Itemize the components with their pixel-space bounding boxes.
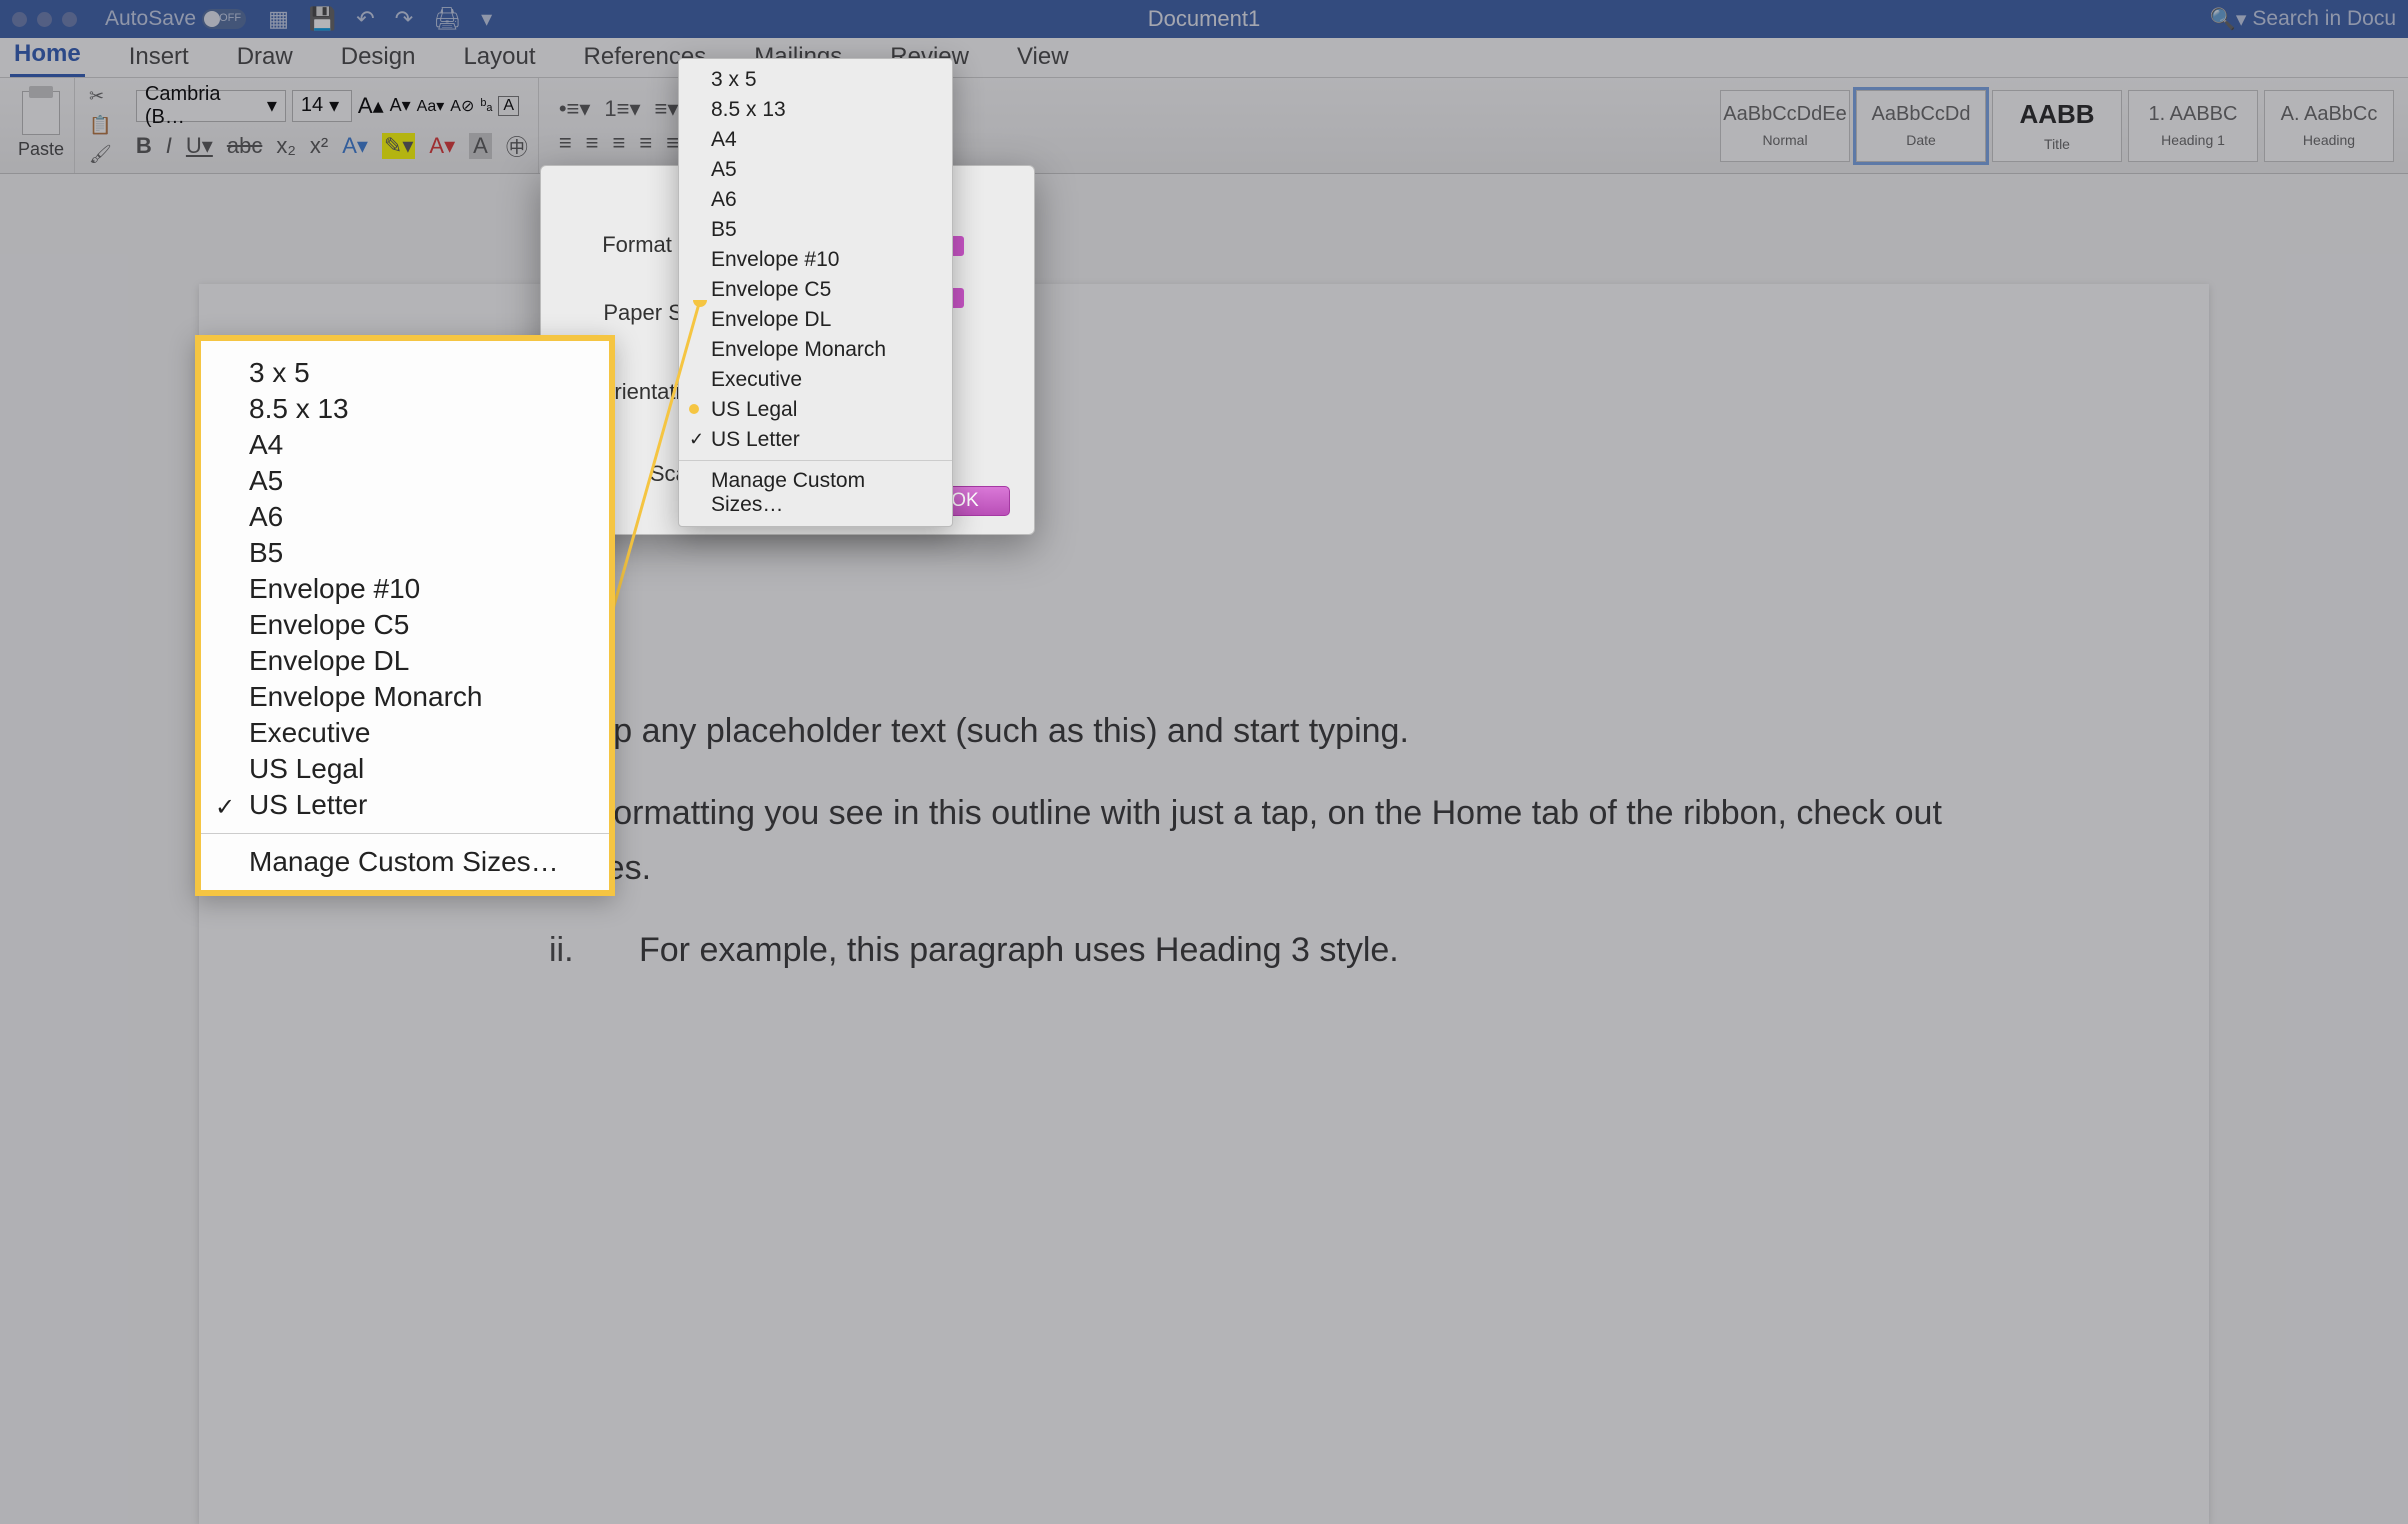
paper-size-option[interactable]: B5: [679, 215, 952, 245]
search-box[interactable]: 🔍▾ Search in Docu: [2210, 7, 2396, 32]
paper-size-option[interactable]: A6: [679, 185, 952, 215]
body-line: st tap any placeholder text (such as thi…: [549, 704, 1949, 758]
minimize-dot[interactable]: [37, 12, 52, 27]
paper-size-option[interactable]: A4: [201, 427, 609, 463]
document-title: Document1: [1148, 6, 1261, 32]
highlight-icon[interactable]: ✎▾: [382, 133, 415, 159]
paper-size-option[interactable]: 8.5 x 13: [201, 391, 609, 427]
align-left-icon[interactable]: ≡: [559, 130, 572, 156]
redo-icon[interactable]: ↷: [395, 6, 413, 32]
manage-custom-sizes[interactable]: Manage Custom Sizes…: [201, 844, 609, 890]
style-heading[interactable]: A. AaBbCcHeading: [2264, 90, 2394, 162]
window-controls[interactable]: [12, 12, 77, 27]
paper-size-option[interactable]: Envelope #10: [679, 245, 952, 275]
layout-icon[interactable]: ▦: [268, 6, 289, 32]
body-line: For example, this paragraph uses Heading…: [639, 923, 1949, 977]
manage-custom-sizes[interactable]: Manage Custom Sizes…: [679, 466, 952, 520]
autosave-label: AutoSave: [105, 7, 196, 31]
tab-design[interactable]: Design: [337, 37, 420, 77]
style-normal[interactable]: AaBbCcDdEeNormal: [1720, 90, 1850, 162]
ribbon: Paste ✂ 📋 🖌 Cambria (B…▾ 14▾ A▴ A▾ Aa▾ A…: [0, 78, 2408, 174]
change-case-icon[interactable]: Aa▾: [417, 96, 445, 116]
tab-home[interactable]: Home: [10, 34, 85, 77]
paper-size-option[interactable]: Envelope DL: [201, 643, 609, 679]
zoom-dot[interactable]: [62, 12, 77, 27]
font-color-icon[interactable]: A▾: [429, 133, 455, 159]
paper-size-option[interactable]: A5: [679, 155, 952, 185]
titlebar: AutoSave OFF ▦ 💾 ↶ ↷ 🖨 ▾ Document1 🔍▾ Se…: [0, 0, 2408, 38]
paper-size-option[interactable]: Executive: [679, 365, 952, 395]
style-title[interactable]: AABBTitle: [1992, 90, 2122, 162]
paper-size-option[interactable]: B5: [201, 535, 609, 571]
text-effects-icon[interactable]: A▾: [342, 133, 368, 159]
styles-gallery[interactable]: AaBbCcDdEeNormalAaBbCcDdDateAABBTitle1. …: [1720, 90, 2400, 162]
align-center-icon[interactable]: ≡: [586, 130, 599, 156]
paper-size-option[interactable]: 8.5 x 13: [679, 95, 952, 125]
tab-layout[interactable]: Layout: [459, 37, 539, 77]
font-size-select[interactable]: 14▾: [292, 90, 352, 122]
paper-size-option[interactable]: US Letter✓: [679, 425, 952, 455]
format-painter-icon[interactable]: 🖌: [89, 144, 112, 165]
menu-tabs: HomeInsertDrawDesignLayoutReferencesMail…: [0, 38, 2408, 78]
tab-draw[interactable]: Draw: [233, 37, 297, 77]
close-dot[interactable]: [12, 12, 27, 27]
paper-size-option[interactable]: A4: [679, 125, 952, 155]
phonetic-icon[interactable]: ᵇₐ: [480, 97, 492, 115]
multilevel-icon[interactable]: ≡▾: [655, 96, 679, 122]
paper-size-option[interactable]: Envelope Monarch: [201, 679, 609, 715]
increase-font-icon[interactable]: A▴: [358, 93, 384, 119]
justify-icon[interactable]: ≡: [639, 130, 652, 156]
more-icon[interactable]: ▾: [481, 6, 492, 32]
char-shading-icon[interactable]: A: [469, 133, 492, 159]
style-heading-1[interactable]: 1. AABBCHeading 1: [2128, 90, 2258, 162]
align-right-icon[interactable]: ≡: [613, 130, 626, 156]
bold-button[interactable]: B: [136, 133, 152, 159]
tab-insert[interactable]: Insert: [125, 37, 193, 77]
paper-size-option[interactable]: Envelope #10: [201, 571, 609, 607]
paper-size-option[interactable]: Envelope Monarch: [679, 335, 952, 365]
paper-size-option[interactable]: 3 x 5: [679, 65, 952, 95]
paper-size-option[interactable]: Executive: [201, 715, 609, 751]
paper-size-option[interactable]: 3 x 5: [201, 355, 609, 391]
italic-button[interactable]: I: [166, 133, 172, 159]
paste-icon[interactable]: [22, 91, 60, 135]
save-icon[interactable]: 💾: [309, 6, 336, 32]
paste-label: Paste: [18, 139, 64, 160]
font-family-select[interactable]: Cambria (B…▾: [136, 90, 286, 122]
paper-size-option[interactable]: Envelope C5: [201, 607, 609, 643]
strike-button[interactable]: abc: [227, 133, 262, 159]
copy-icon[interactable]: 📋: [89, 115, 112, 136]
body-line: ext formatting you see in this outline w…: [549, 786, 1949, 895]
decrease-font-icon[interactable]: A▾: [390, 95, 411, 116]
quick-access-toolbar: ▦ 💾 ↶ ↷ 🖨 ▾: [268, 6, 492, 32]
style-date[interactable]: AaBbCcDdDate: [1856, 90, 1986, 162]
autosave-toggle[interactable]: AutoSave OFF: [105, 7, 246, 31]
paper-size-option[interactable]: A6: [201, 499, 609, 535]
print-icon[interactable]: 🖨: [433, 6, 461, 32]
search-icon: 🔍▾: [2210, 7, 2247, 32]
paper-size-option[interactable]: US Letter✓: [201, 787, 609, 823]
char-border-icon[interactable]: A: [498, 96, 519, 116]
clipboard-group: Paste: [8, 78, 75, 173]
cut-icon[interactable]: ✂: [89, 86, 112, 107]
clear-format-icon[interactable]: A⊘: [450, 96, 474, 116]
numbering-icon[interactable]: 1≡▾: [604, 96, 640, 122]
search-placeholder: Search in Docu: [2252, 7, 2396, 31]
paper-size-dropdown: 3 x 58.5 x 13A4A5A6B5Envelope #10Envelop…: [678, 58, 953, 527]
subscript-button[interactable]: x₂: [276, 133, 296, 159]
enclose-char-icon[interactable]: ㊥: [506, 130, 528, 162]
paper-size-option[interactable]: US Legal: [201, 751, 609, 787]
tab-view[interactable]: View: [1013, 37, 1073, 77]
font-group: Cambria (B…▾ 14▾ A▴ A▾ Aa▾ A⊘ ᵇₐ A B I U…: [126, 78, 539, 173]
paper-size-dropdown-zoom: 3 x 58.5 x 13A4A5A6B5Envelope #10Envelop…: [195, 335, 615, 896]
paper-size-option[interactable]: Envelope C5: [679, 275, 952, 305]
underline-button[interactable]: U▾: [186, 133, 213, 159]
paper-size-option[interactable]: A5: [201, 463, 609, 499]
superscript-button[interactable]: x²: [310, 133, 328, 159]
undo-icon[interactable]: ↶: [356, 6, 374, 32]
paper-size-option[interactable]: Envelope DL: [679, 305, 952, 335]
bullets-icon[interactable]: •≡▾: [559, 96, 591, 122]
paper-size-option[interactable]: US Legal: [679, 395, 952, 425]
